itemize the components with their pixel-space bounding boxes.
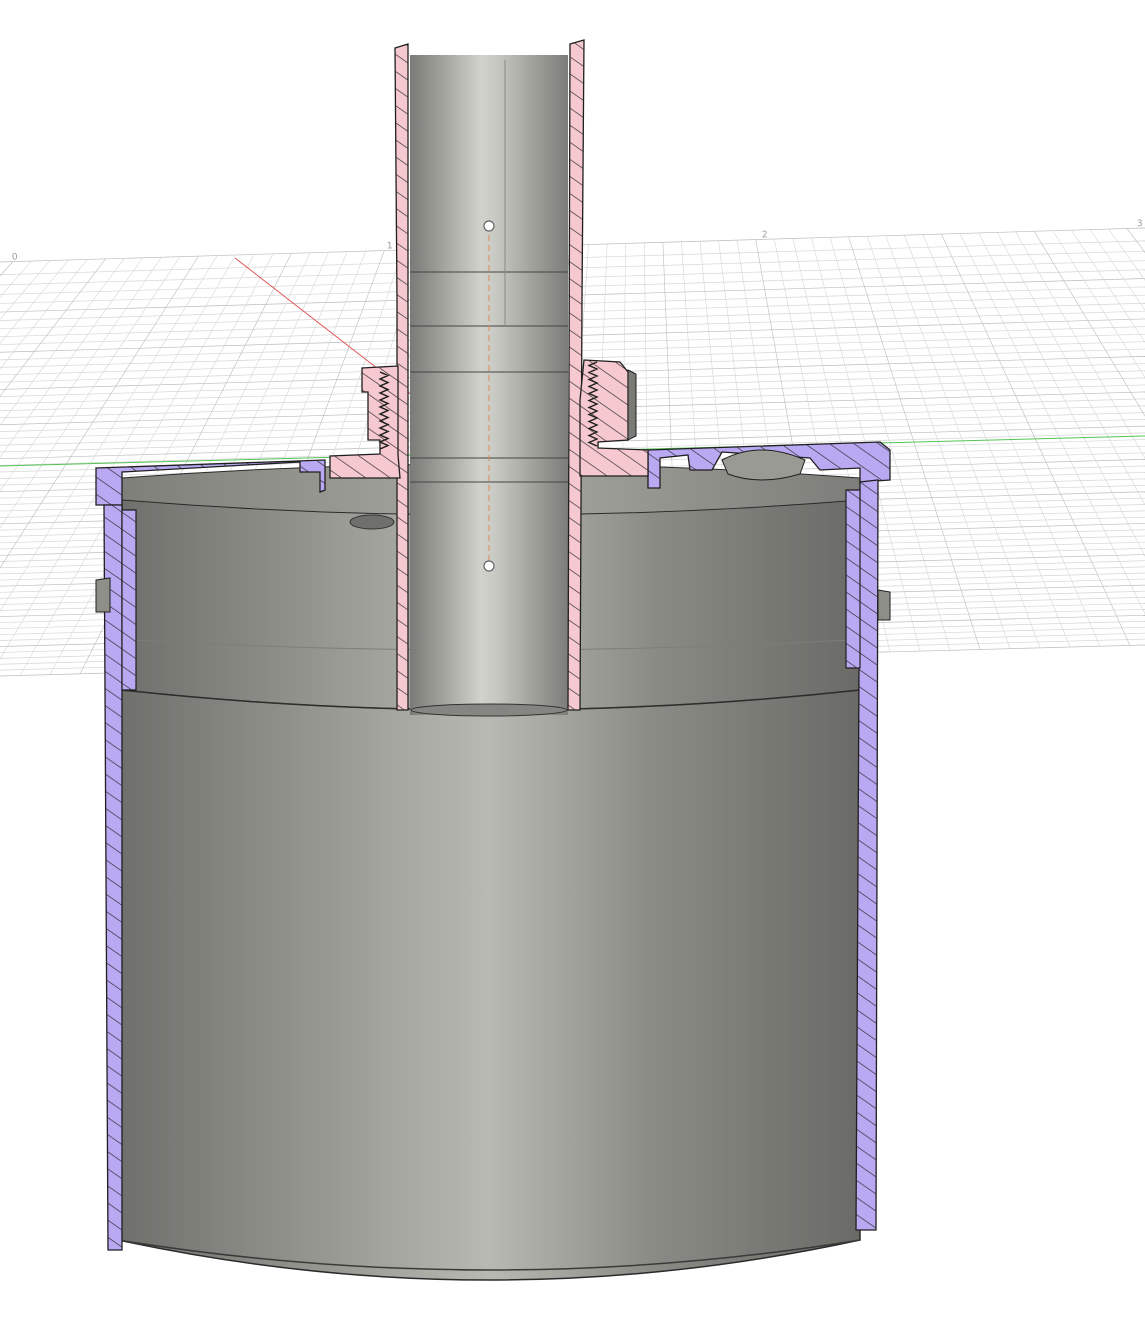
3d-scene[interactable]: 0 1 2 3 [0,0,1145,1328]
grid-line [959,233,1145,615]
grid-line [0,260,51,320]
grid-tick-label: 1 [387,241,393,251]
cad-viewport[interactable]: 0 1 2 3 [0,0,1145,1328]
grid-line [1052,230,1145,379]
grid-tick-label: 0 [12,252,18,262]
tube [410,55,568,717]
grid-tick-label: 3 [1137,219,1143,229]
grid-tick-label: 2 [762,230,768,240]
axis-point-bottom-icon[interactable] [483,560,495,572]
axis-point-top-icon[interactable] [483,220,495,232]
